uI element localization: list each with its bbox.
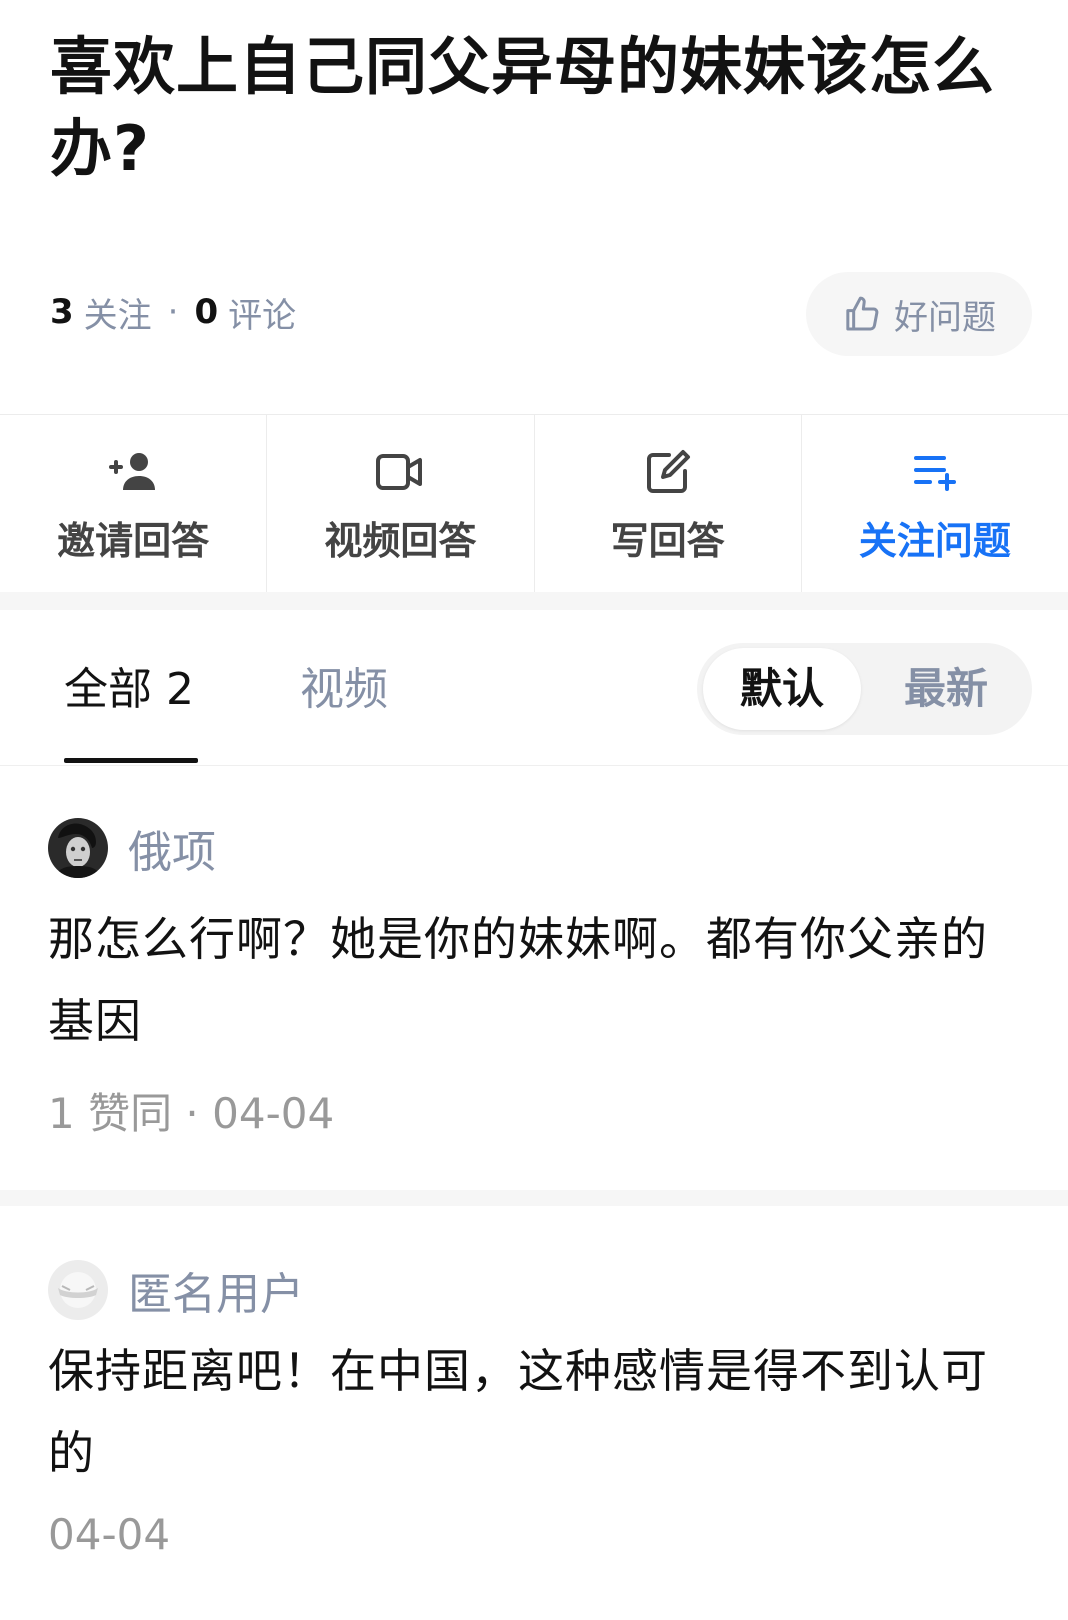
tab-video[interactable]: 视频 <box>300 662 388 718</box>
invite-answer-label: 邀请回答 <box>57 518 210 563</box>
write-answer-label: 写回答 <box>610 518 725 563</box>
tab-all[interactable]: 全部 2 <box>64 662 194 718</box>
answer-meta: 04-04 <box>48 1510 171 1559</box>
author-name[interactable]: 俄项 <box>128 816 216 880</box>
add-user-icon <box>105 444 161 500</box>
anonymous-avatar-icon <box>48 1260 108 1320</box>
question-stats: 3 关注 · 0 评论 <box>50 288 296 337</box>
sort-toggle: 默认 最新 <box>697 643 1032 735</box>
answer-actions-bar: 邀请回答 视频回答 写回答 关注问题 <box>0 414 1068 593</box>
follow-question-label: 关注问题 <box>858 518 1011 563</box>
video-answer-label: 视频回答 <box>324 518 477 563</box>
question-title: 喜欢上自己同父异母的妹妹该怎么办? <box>50 30 996 185</box>
author-name: 匿名用户 <box>128 1269 304 1320</box>
answer-item[interactable]: 匿名用户 保持距离吧！在中国，这种感情是得不到认可的 04-04 <box>0 1206 1068 1620</box>
meta-separator: · <box>167 292 179 332</box>
avatar[interactable] <box>48 818 108 878</box>
active-tab-indicator <box>64 758 198 763</box>
comment-label[interactable]: 评论 <box>228 288 296 337</box>
edit-icon <box>640 444 696 500</box>
answer-meta: 1 赞同 · 04-04 <box>48 1089 335 1138</box>
answer-text[interactable]: 那怎么行啊？她是你的妹妹啊。都有你父亲的基因 <box>48 898 1018 1062</box>
answer-author: 匿名用户 <box>48 1258 304 1322</box>
comment-count[interactable]: 0 <box>194 292 218 332</box>
answer-text[interactable]: 保持距离吧！在中国，这种感情是得不到认可的 <box>48 1330 1018 1494</box>
invite-answer-button[interactable]: 邀请回答 <box>0 415 268 593</box>
follow-label: 关注 <box>83 295 152 336</box>
answer-item[interactable]: 俄项 那怎么行啊？她是你的妹妹啊。都有你父亲的基因 1 赞同 · 04-04 <box>0 766 1068 1190</box>
video-camera-icon <box>372 444 428 500</box>
sort-default-option[interactable]: 默认 <box>703 648 861 730</box>
thumbs-up-icon <box>842 294 882 334</box>
write-answer-button[interactable]: 写回答 <box>535 415 802 593</box>
good-question-label: 好问题 <box>894 297 996 338</box>
section-divider <box>0 1190 1068 1206</box>
answer-author[interactable]: 俄项 <box>48 816 216 880</box>
follow-count: 3 <box>50 292 74 332</box>
sort-latest-option[interactable]: 最新 <box>867 648 1025 730</box>
video-answer-button[interactable]: 视频回答 <box>267 415 535 593</box>
good-question-button[interactable]: 好问题 <box>806 272 1032 356</box>
follow-question-button[interactable]: 关注问题 <box>802 415 1068 593</box>
section-divider <box>0 592 1068 610</box>
answer-tabs: 全部 2 视频 默认 最新 <box>0 610 1068 766</box>
add-list-icon <box>907 444 963 500</box>
